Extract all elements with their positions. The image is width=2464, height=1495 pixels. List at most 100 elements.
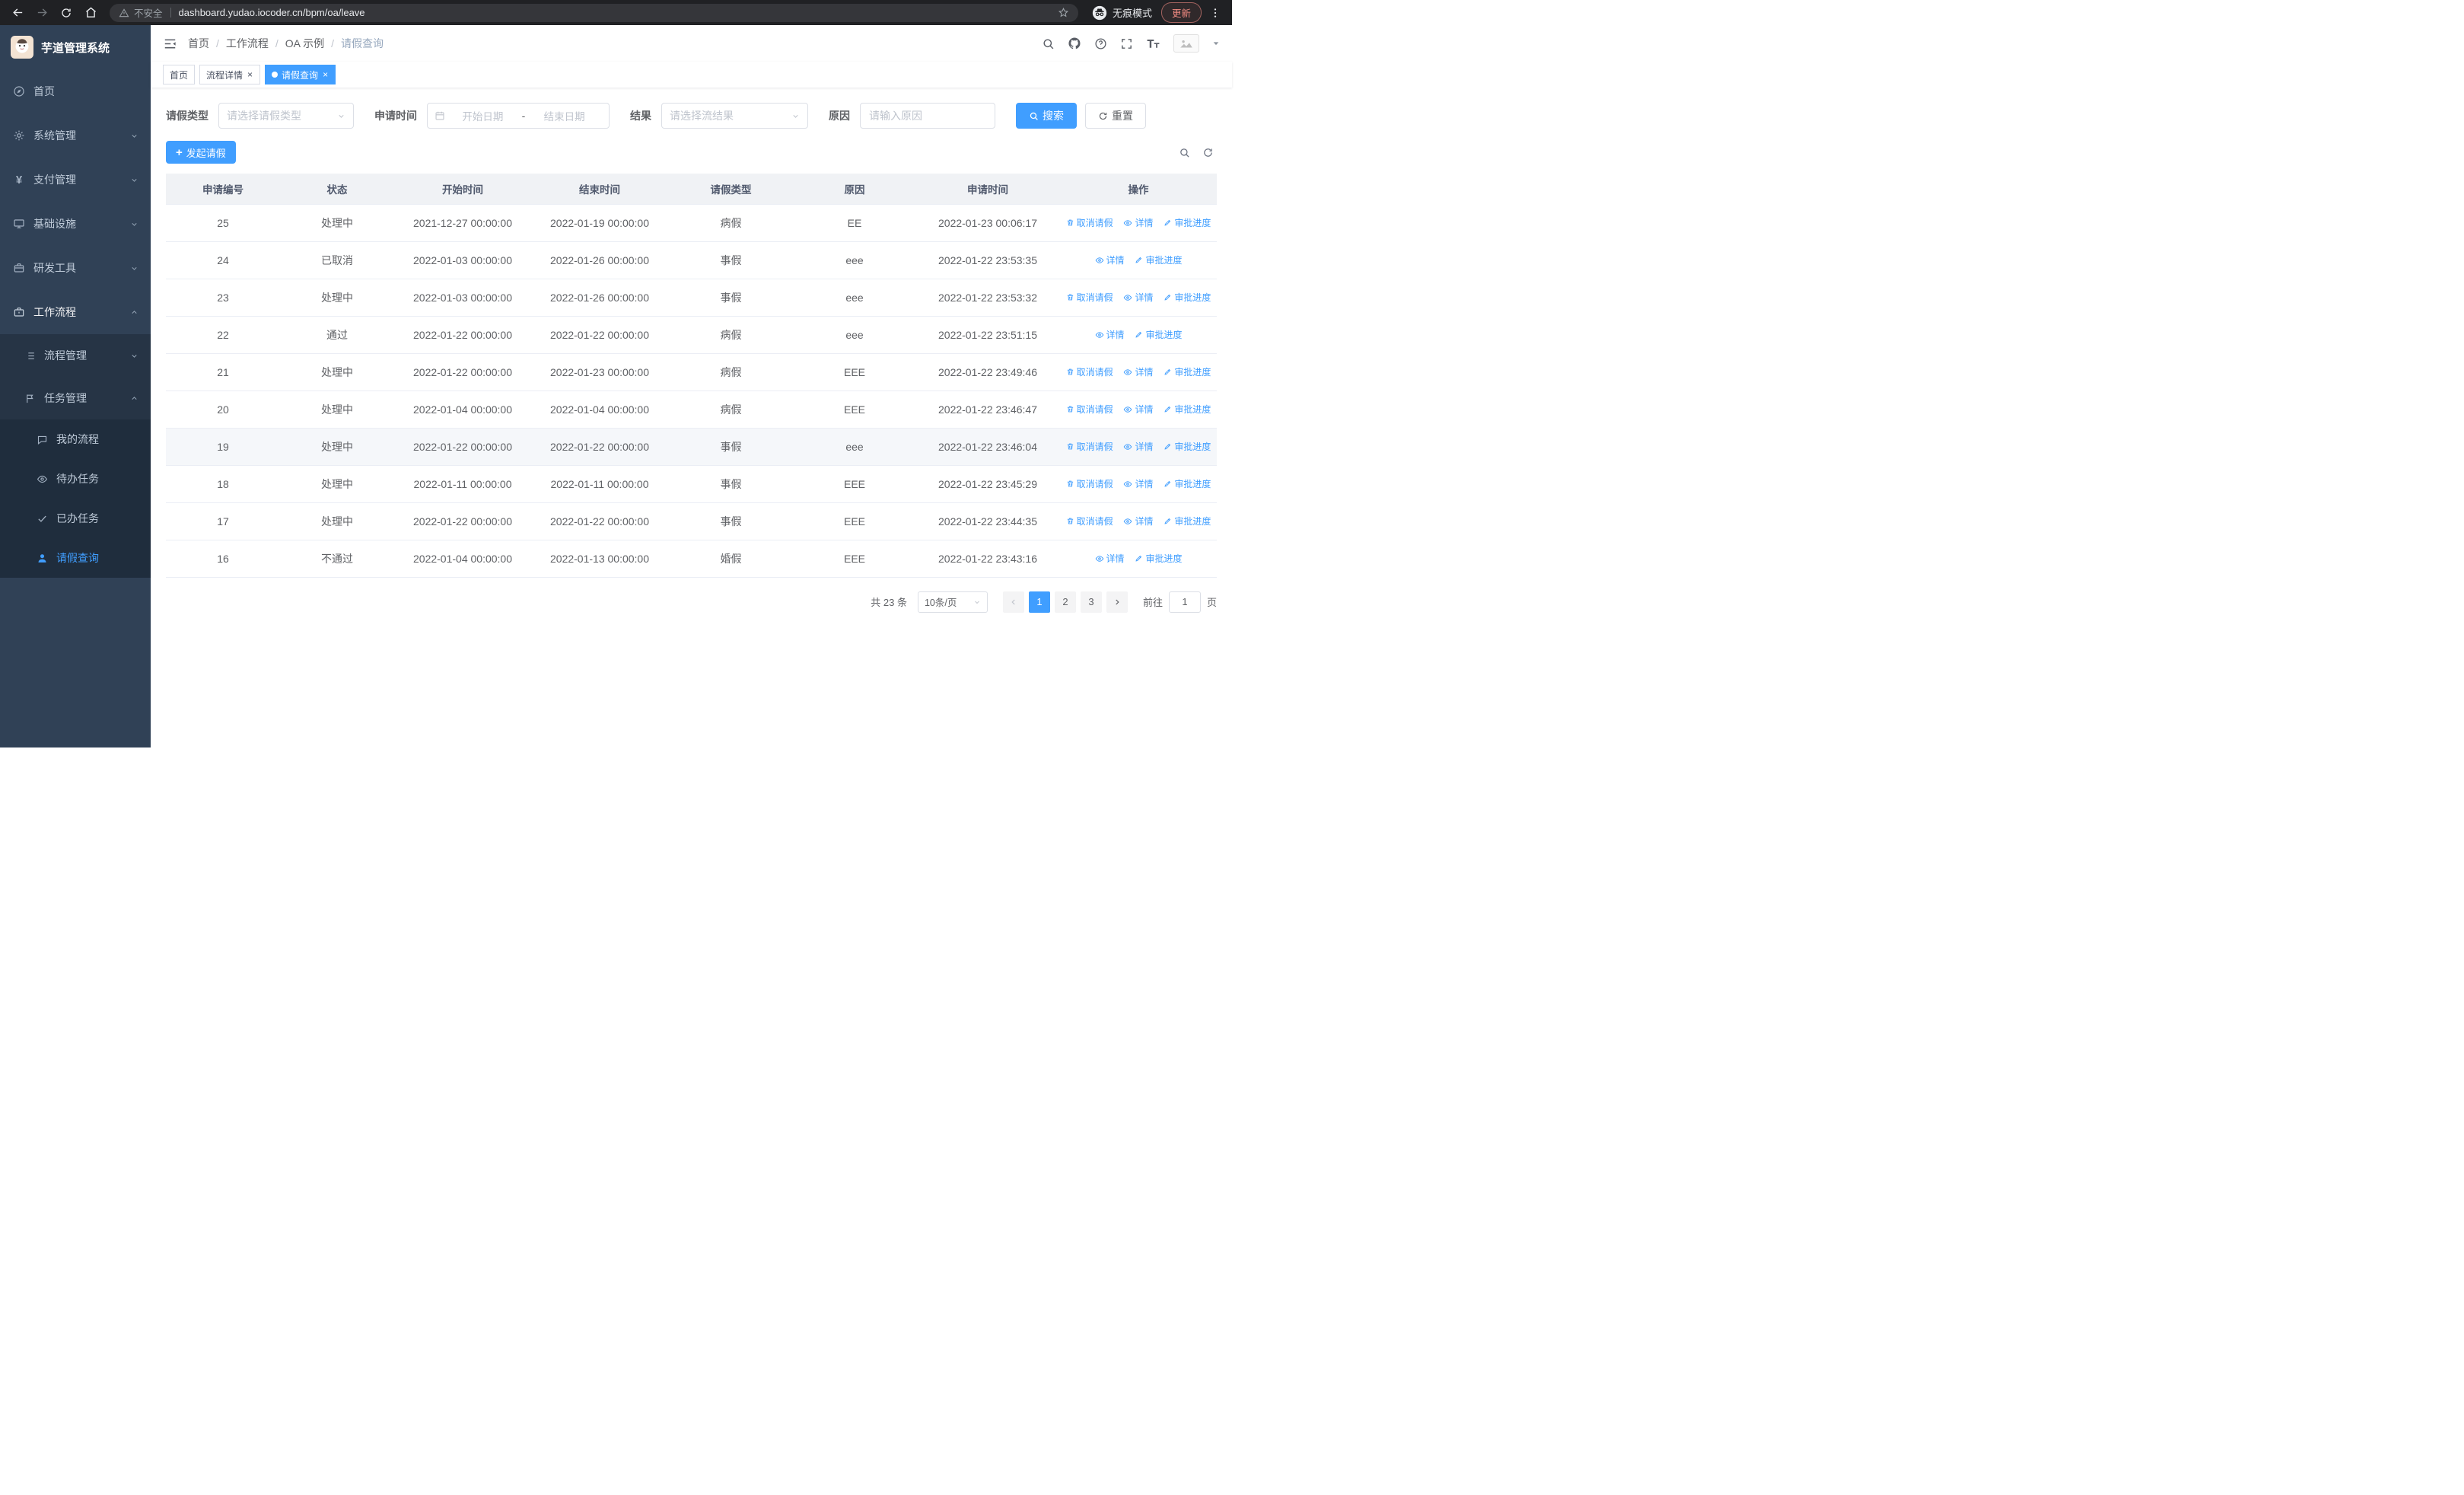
create-leave-button[interactable]: + 发起请假 bbox=[166, 141, 236, 164]
cancel-leave-link[interactable]: 取消请假 bbox=[1066, 440, 1113, 453]
search-button[interactable]: 搜索 bbox=[1016, 103, 1077, 129]
sidebar-item-home[interactable]: 首页 bbox=[0, 69, 151, 113]
approval-progress-link[interactable]: 审批进度 bbox=[1164, 216, 1211, 229]
next-page-button[interactable] bbox=[1106, 591, 1128, 613]
cell-actions: 取消请假 详情 审批进度 bbox=[1060, 353, 1217, 391]
detail-link[interactable]: 详情 bbox=[1123, 216, 1154, 229]
result-select[interactable]: 请选择流结果 bbox=[661, 103, 808, 129]
cell-id: 18 bbox=[166, 465, 280, 503]
help-icon[interactable] bbox=[1094, 37, 1107, 50]
chevron-down-icon bbox=[337, 112, 345, 120]
toggle-search-icon[interactable] bbox=[1179, 147, 1190, 158]
cancel-leave-link[interactable]: 取消请假 bbox=[1066, 403, 1113, 416]
tab-leave-query[interactable]: 请假查询 × bbox=[265, 65, 336, 84]
page-size-select[interactable]: 10条/页 bbox=[917, 591, 988, 613]
sidebar-item-system[interactable]: 系统管理 bbox=[0, 113, 151, 158]
caret-down-icon[interactable] bbox=[1212, 40, 1220, 47]
sidebar-item-leave-query[interactable]: 请假查询 bbox=[0, 538, 151, 578]
approval-progress-link[interactable]: 审批进度 bbox=[1164, 440, 1211, 453]
reload-icon[interactable] bbox=[56, 3, 76, 23]
detail-link[interactable]: 详情 bbox=[1123, 403, 1154, 416]
breadcrumb-workflow[interactable]: 工作流程 bbox=[226, 36, 269, 51]
browser-menu-icon[interactable] bbox=[1206, 7, 1224, 19]
fullscreen-icon[interactable] bbox=[1120, 37, 1133, 50]
page-3-button[interactable]: 3 bbox=[1080, 591, 1102, 613]
approval-progress-link[interactable]: 审批进度 bbox=[1135, 253, 1182, 266]
detail-link[interactable]: 详情 bbox=[1095, 552, 1125, 565]
approval-progress-label: 审批进度 bbox=[1174, 516, 1211, 528]
col-actions: 操作 bbox=[1060, 174, 1217, 205]
detail-link[interactable]: 详情 bbox=[1095, 328, 1125, 341]
approval-progress-link[interactable]: 审批进度 bbox=[1164, 291, 1211, 304]
cancel-leave-link[interactable]: 取消请假 bbox=[1066, 291, 1113, 304]
tab-process-detail[interactable]: 流程详情 × bbox=[199, 65, 261, 84]
eye-icon bbox=[35, 473, 49, 485]
collapse-menu-icon[interactable] bbox=[163, 37, 177, 51]
cancel-leave-link[interactable]: 取消请假 bbox=[1066, 477, 1113, 490]
back-icon[interactable] bbox=[8, 3, 27, 23]
tab-home[interactable]: 首页 bbox=[163, 65, 196, 84]
approval-progress-link[interactable]: 审批进度 bbox=[1164, 477, 1211, 490]
close-icon[interactable]: × bbox=[322, 70, 329, 79]
cell-reason: EE bbox=[794, 204, 915, 242]
page-2-button[interactable]: 2 bbox=[1054, 591, 1076, 613]
sidebar-item-my-process[interactable]: 我的流程 bbox=[0, 419, 151, 459]
cancel-leave-label: 取消请假 bbox=[1076, 367, 1113, 378]
approval-progress-link[interactable]: 审批进度 bbox=[1164, 403, 1211, 416]
apply-time-range-picker[interactable]: 开始日期 - 结束日期 bbox=[427, 103, 610, 129]
bookmark-star-icon[interactable] bbox=[1058, 7, 1069, 18]
cell-reason: EEE bbox=[794, 502, 915, 540]
detail-link[interactable]: 详情 bbox=[1123, 477, 1154, 490]
table-row: 18 处理中 2022-01-11 00:00:00 2022-01-11 00… bbox=[166, 465, 1217, 503]
sidebar-item-done-tasks[interactable]: 已办任务 bbox=[0, 499, 151, 538]
github-icon[interactable] bbox=[1068, 37, 1081, 50]
cancel-leave-link[interactable]: 取消请假 bbox=[1066, 365, 1113, 378]
sidebar-item-todo-tasks[interactable]: 待办任务 bbox=[0, 459, 151, 499]
refresh-table-icon[interactable] bbox=[1202, 147, 1214, 158]
sidebar-item-process-mgmt[interactable]: 流程管理 bbox=[0, 334, 151, 377]
breadcrumb-home[interactable]: 首页 bbox=[188, 36, 209, 51]
cell-start: 2022-01-11 00:00:00 bbox=[394, 465, 531, 503]
cancel-leave-link[interactable]: 取消请假 bbox=[1066, 216, 1113, 229]
approval-progress-label: 审批进度 bbox=[1174, 367, 1211, 378]
sidebar-item-workflow[interactable]: 工作流程 bbox=[0, 290, 151, 334]
sidebar-item-payment[interactable]: ¥ 支付管理 bbox=[0, 158, 151, 202]
detail-label: 详情 bbox=[1135, 516, 1154, 528]
close-icon[interactable]: × bbox=[247, 70, 253, 79]
sidebar-item-devtools[interactable]: 研发工具 bbox=[0, 246, 151, 290]
sidebar-item-task-mgmt[interactable]: 任务管理 bbox=[0, 377, 151, 419]
reset-button[interactable]: 重置 bbox=[1085, 103, 1146, 129]
cell-end: 2022-01-26 00:00:00 bbox=[531, 241, 668, 279]
font-size-icon[interactable] bbox=[1146, 37, 1160, 50]
approval-progress-link[interactable]: 审批进度 bbox=[1164, 515, 1211, 528]
approval-progress-link[interactable]: 审批进度 bbox=[1135, 328, 1182, 341]
cell-applied: 2022-01-22 23:46:04 bbox=[915, 428, 1060, 466]
cell-end: 2022-01-11 00:00:00 bbox=[531, 465, 668, 503]
reason-input[interactable] bbox=[860, 103, 995, 129]
user-avatar[interactable] bbox=[1173, 34, 1199, 53]
address-bar[interactable]: 不安全 dashboard.yudao.iocoder.cn/bpm/oa/le… bbox=[110, 3, 1078, 22]
approval-progress-link[interactable]: 审批进度 bbox=[1164, 365, 1211, 378]
detail-link[interactable]: 详情 bbox=[1095, 253, 1125, 266]
approval-progress-label: 审批进度 bbox=[1145, 553, 1183, 565]
search-button-label: 搜索 bbox=[1043, 110, 1064, 122]
home-icon[interactable] bbox=[81, 3, 100, 23]
cell-end: 2022-01-04 00:00:00 bbox=[531, 390, 668, 429]
sidebar-item-infra[interactable]: 基础设施 bbox=[0, 202, 151, 246]
browser-update-button[interactable]: 更新 bbox=[1160, 2, 1202, 23]
cancel-leave-link[interactable]: 取消请假 bbox=[1066, 515, 1113, 528]
prev-page-button[interactable] bbox=[1002, 591, 1024, 613]
cell-reason: eee bbox=[794, 316, 915, 354]
detail-label: 详情 bbox=[1135, 404, 1154, 416]
forward-icon[interactable] bbox=[32, 3, 52, 23]
breadcrumb-oa-example[interactable]: OA 示例 bbox=[285, 36, 324, 51]
detail-link[interactable]: 详情 bbox=[1123, 291, 1154, 304]
goto-page-input[interactable] bbox=[1168, 591, 1201, 613]
approval-progress-link[interactable]: 审批进度 bbox=[1135, 552, 1182, 565]
search-icon[interactable] bbox=[1042, 37, 1055, 50]
detail-link[interactable]: 详情 bbox=[1123, 365, 1154, 378]
page-1-button[interactable]: 1 bbox=[1028, 591, 1050, 613]
detail-link[interactable]: 详情 bbox=[1123, 440, 1154, 453]
leave-type-select[interactable]: 请选择请假类型 bbox=[218, 103, 354, 129]
detail-link[interactable]: 详情 bbox=[1123, 515, 1154, 528]
